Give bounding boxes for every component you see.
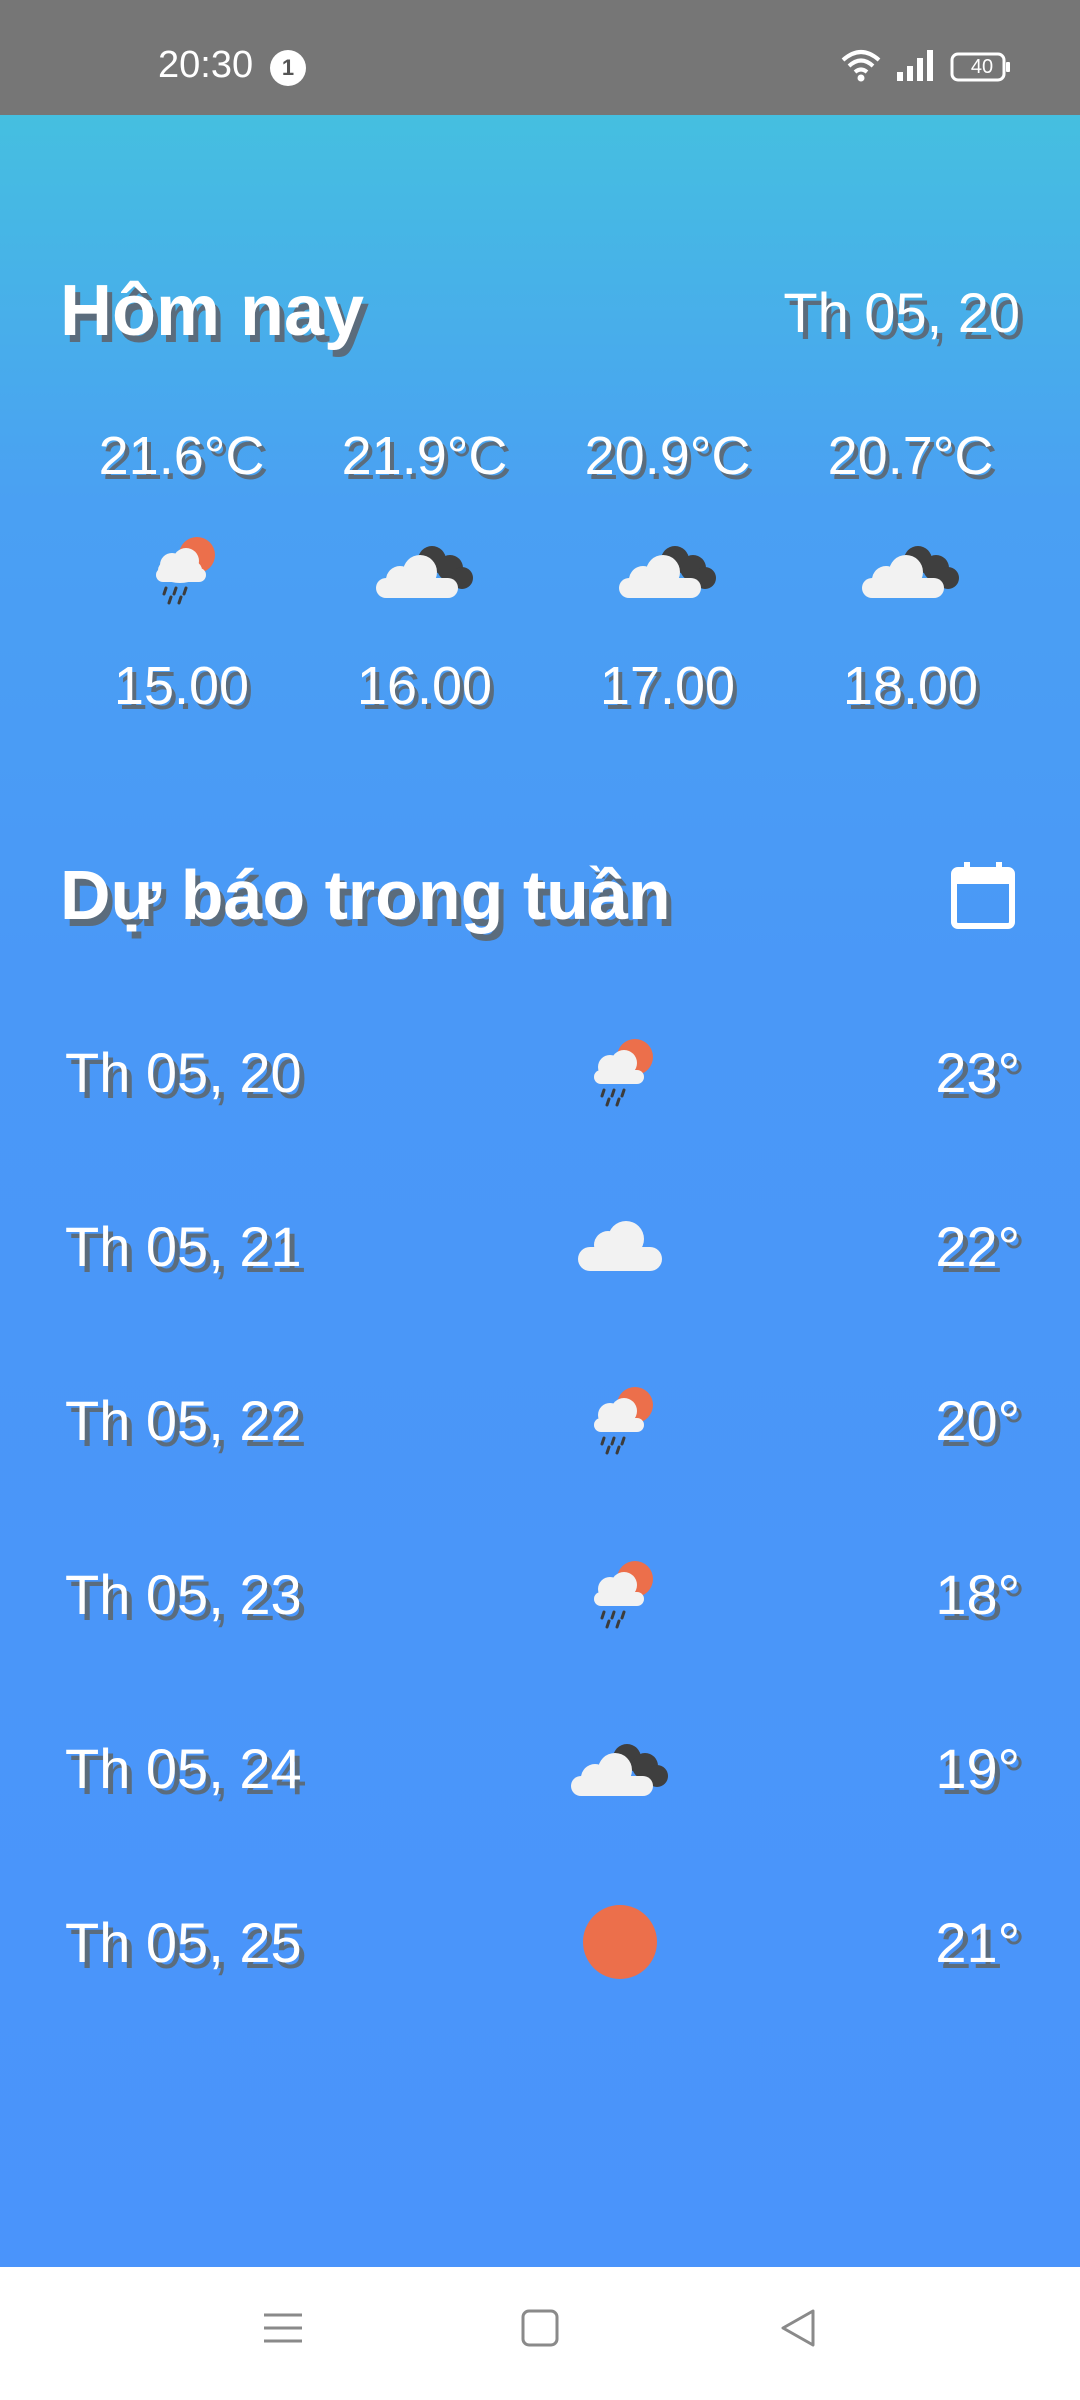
day-date: Th 05, 21	[65, 1214, 302, 1278]
list-item[interactable]: Th 05, 22 20°	[60, 1333, 1020, 1507]
weather-main: Hôm nay Th 05, 20 21.6°C 15.00 21.9°C 16…	[0, 115, 1080, 2267]
rain-sun-icon	[550, 1380, 690, 1460]
list-item[interactable]: Th 05, 23 18°	[60, 1507, 1020, 1681]
today-date: Th 05, 20	[783, 281, 1020, 344]
hour-item[interactable]: 21.6°C 15.00	[60, 425, 303, 717]
list-item[interactable]: Th 05, 21 22°	[60, 1159, 1020, 1333]
sun-icon	[550, 1902, 690, 1982]
rain-sun-icon	[550, 1554, 690, 1634]
week-forecast-title: Dự báo trong tuần	[60, 856, 671, 934]
system-nav-bar	[0, 2267, 1080, 2400]
hour-time: 18.00	[842, 656, 979, 716]
hour-item[interactable]: 20.7°C 18.00	[789, 425, 1032, 717]
status-bar: 20:30 1 40	[0, 0, 1080, 115]
day-date: Th 05, 25	[65, 1910, 302, 1974]
day-temp: 22°	[935, 1214, 1020, 1278]
day-temp: 21°	[935, 1910, 1020, 1974]
notification-badge: 1	[270, 50, 306, 86]
week-forecast-list: Th 05, 20 23° Th 05, 21 22° Th 05, 22 20…	[60, 985, 1020, 2029]
day-temp: 18°	[935, 1562, 1020, 1626]
cloudy-icon	[370, 505, 480, 635]
list-item[interactable]: Th 05, 25 21°	[60, 1855, 1020, 2029]
back-icon[interactable]	[777, 2307, 819, 2354]
hour-temp: 21.9°C	[341, 426, 508, 486]
cloud-icon	[550, 1211, 690, 1281]
day-date: Th 05, 24	[65, 1736, 302, 1800]
cloudy-icon	[856, 505, 966, 635]
hour-temp: 20.7°C	[827, 426, 994, 486]
day-temp: 20°	[935, 1388, 1020, 1452]
hour-temp: 21.6°C	[98, 426, 265, 486]
status-time: 20:30	[158, 44, 254, 86]
calendar-icon[interactable]	[950, 860, 1016, 935]
list-item[interactable]: Th 05, 20 23°	[60, 985, 1020, 1159]
signal-icon	[895, 48, 937, 87]
hour-item[interactable]: 20.9°C 17.00	[546, 425, 789, 717]
menu-icon[interactable]	[262, 2307, 304, 2354]
cloudy-icon	[550, 1728, 690, 1808]
cloudy-icon	[613, 505, 723, 635]
day-date: Th 05, 22	[65, 1388, 302, 1452]
hour-temp: 20.9°C	[584, 426, 751, 486]
hour-time: 15.00	[113, 656, 250, 716]
hour-time: 16.00	[356, 656, 493, 716]
day-temp: 23°	[935, 1040, 1020, 1104]
hour-time: 17.00	[599, 656, 736, 716]
wifi-icon	[840, 48, 882, 87]
hourly-forecast: 21.6°C 15.00 21.9°C 16.00 20.9°C 17.00 2…	[60, 425, 1032, 717]
today-title: Hôm nay	[60, 271, 365, 351]
list-item[interactable]: Th 05, 24 19°	[60, 1681, 1020, 1855]
hour-item[interactable]: 21.9°C 16.00	[303, 425, 546, 717]
home-icon[interactable]	[519, 2307, 561, 2354]
rain-sun-icon	[550, 1032, 690, 1112]
battery-level: 40	[970, 56, 994, 78]
day-temp: 19°	[935, 1736, 1020, 1800]
day-date: Th 05, 20	[65, 1040, 302, 1104]
day-date: Th 05, 23	[65, 1562, 302, 1626]
rain-sun-icon	[142, 505, 222, 635]
